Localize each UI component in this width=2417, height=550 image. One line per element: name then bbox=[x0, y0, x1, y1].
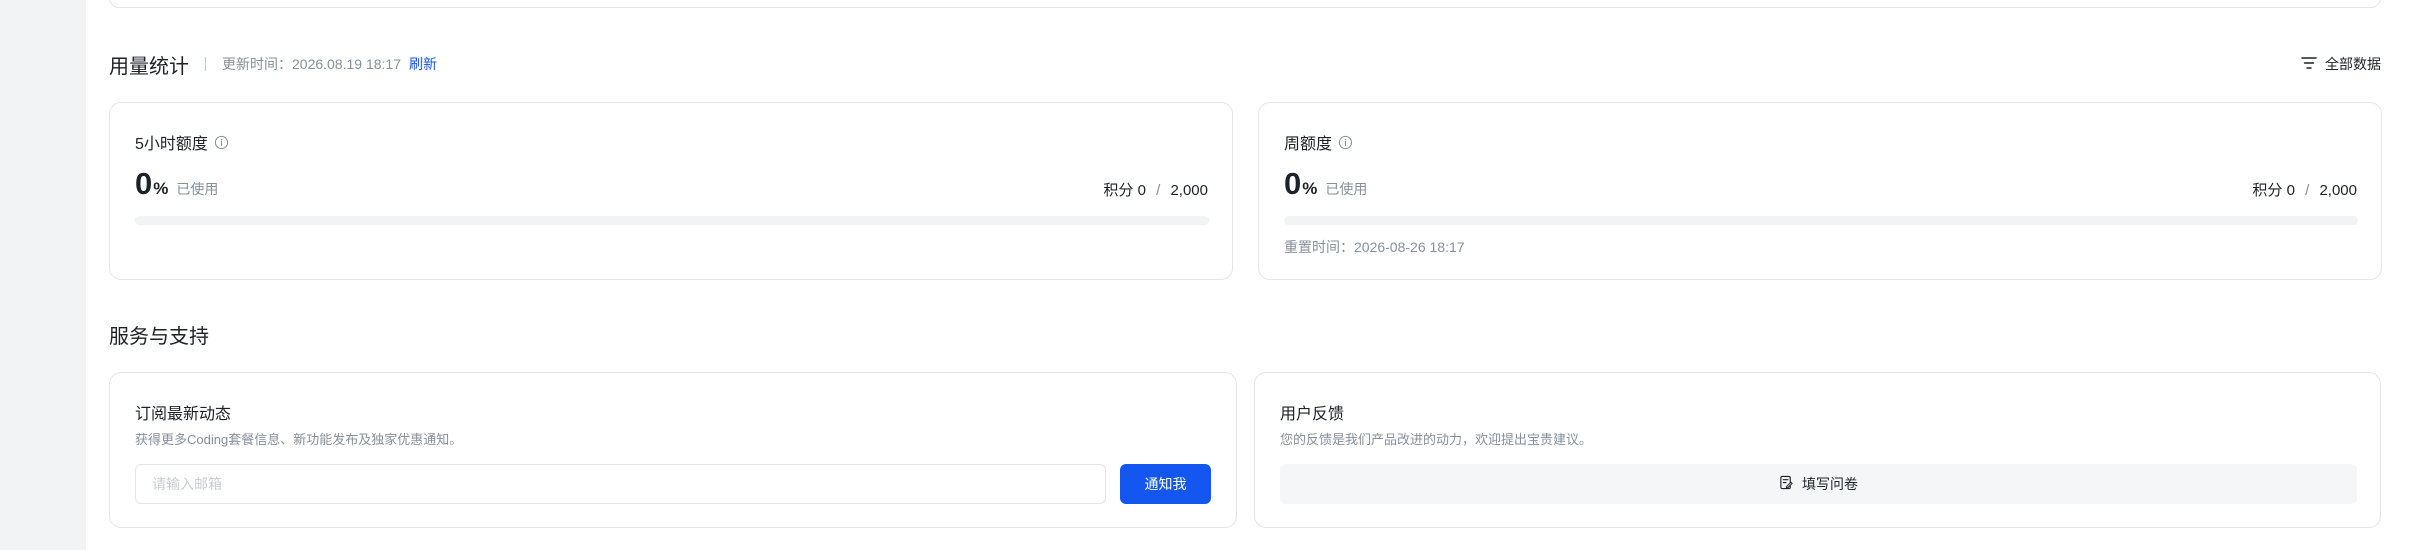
card-title-row: 5小时额度 bbox=[135, 130, 229, 154]
points-total: 2,000 bbox=[1170, 182, 1208, 199]
card-title: 周额度 bbox=[1284, 136, 1333, 153]
main-content: 用量统计 更新时间： 2026.08.19 18:17 刷新 全部数据 5小时额… bbox=[86, 0, 2417, 550]
feedback-title: 用户反馈 bbox=[1280, 406, 1345, 423]
sidebar bbox=[0, 0, 86, 550]
info-circle-icon[interactable] bbox=[1338, 135, 1353, 150]
header-divider bbox=[205, 57, 206, 71]
refresh-link[interactable]: 刷新 bbox=[409, 54, 437, 74]
usage-percent-value: 0 bbox=[1284, 166, 1302, 201]
info-circle-icon[interactable] bbox=[214, 135, 229, 150]
update-time-value: 2026.08.19 18:17 bbox=[292, 56, 401, 72]
card-title-row: 周额度 bbox=[1284, 130, 1353, 154]
quota-card-5h: 5小时额度 0 % 已使用 积分 0 / 2,000 bbox=[109, 102, 1233, 280]
points-summary: 积分 0 / 2,000 bbox=[2252, 179, 2357, 200]
update-time-label: 更新时间： bbox=[222, 56, 292, 72]
services-title: 服务与支持 bbox=[109, 326, 209, 348]
top-card-edge bbox=[109, 0, 2381, 8]
points-separator: / bbox=[1156, 182, 1161, 199]
used-label: 已使用 bbox=[1325, 181, 1368, 197]
filter-lines-icon bbox=[2301, 56, 2317, 73]
reset-time-label: 重置时间： bbox=[1284, 239, 1354, 255]
card-title: 5小时额度 bbox=[135, 136, 208, 153]
all-data-filter-button[interactable]: 全部数据 bbox=[2301, 50, 2381, 78]
usage-percent-unit: % bbox=[1302, 179, 1318, 198]
feedback-card: 用户反馈 您的反馈是我们产品改进的动力，欢迎提出宝贵建议。 填写问卷 bbox=[1254, 372, 2381, 528]
subscribe-title: 订阅最新动态 bbox=[135, 406, 232, 423]
used-label: 已使用 bbox=[176, 181, 219, 197]
survey-label: 填写问卷 bbox=[1802, 476, 1858, 492]
subscribe-description: 获得更多Coding套餐信息、新功能发布及独家优惠通知。 bbox=[135, 432, 463, 447]
usage-title: 用量统计 bbox=[109, 55, 189, 78]
notify-me-button[interactable]: 通知我 bbox=[1120, 464, 1211, 504]
points-label: 积分 bbox=[1103, 182, 1134, 199]
quota-card-weekly: 周额度 0 % 已使用 积分 0 / 2,000 重置时间：2026-08-26… bbox=[1258, 102, 2382, 280]
usage-progress-bar bbox=[1284, 216, 2358, 225]
points-total: 2,000 bbox=[2319, 182, 2357, 199]
points-summary: 积分 0 / 2,000 bbox=[1103, 179, 1208, 200]
usage-percent-row: 0 % 已使用 bbox=[1284, 168, 1367, 199]
usage-header: 用量统计 更新时间： 2026.08.19 18:17 刷新 全部数据 bbox=[109, 50, 2381, 78]
subscribe-card: 订阅最新动态 获得更多Coding套餐信息、新功能发布及独家优惠通知。 通知我 bbox=[109, 372, 1237, 528]
points-used: 0 bbox=[1137, 182, 1146, 199]
reset-time-line: 重置时间：2026-08-26 18:17 bbox=[1284, 237, 1465, 257]
feedback-description: 您的反馈是我们产品改进的动力，欢迎提出宝贵建议。 bbox=[1280, 432, 1593, 447]
usage-percent-value: 0 bbox=[135, 166, 153, 201]
usage-percent-unit: % bbox=[153, 179, 169, 198]
edit-form-icon bbox=[1779, 475, 1794, 493]
email-input[interactable] bbox=[135, 464, 1106, 504]
filter-label: 全部数据 bbox=[2325, 56, 2381, 72]
reset-time-value: 2026-08-26 18:17 bbox=[1354, 239, 1465, 255]
points-used: 0 bbox=[2286, 182, 2295, 199]
usage-percent-row: 0 % 已使用 bbox=[135, 168, 218, 199]
points-separator: / bbox=[2305, 182, 2310, 199]
points-label: 积分 bbox=[2252, 182, 2283, 199]
fill-survey-button[interactable]: 填写问卷 bbox=[1280, 464, 2357, 504]
usage-progress-bar bbox=[135, 216, 1209, 225]
